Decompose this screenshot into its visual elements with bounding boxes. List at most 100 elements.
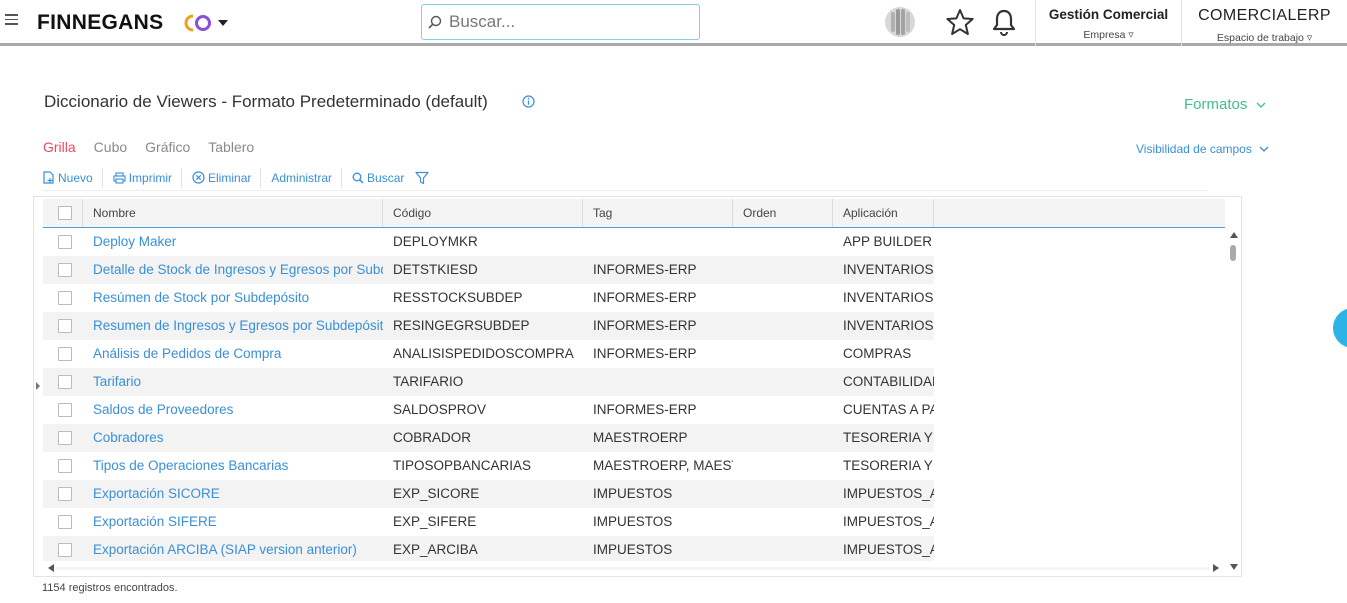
table-row[interactable]: Detalle de Stock de Ingresos y Egresos p…: [43, 256, 934, 284]
row-checkbox[interactable]: [58, 263, 72, 277]
cell-nombre[interactable]: Cobradores: [83, 424, 383, 452]
cell-orden: [733, 508, 833, 536]
grid-search-button[interactable]: Buscar: [352, 171, 413, 185]
global-search[interactable]: [421, 4, 700, 40]
scroll-up-icon[interactable]: [1230, 232, 1238, 238]
cell-nombre[interactable]: Exportación SICORE: [83, 480, 383, 508]
scroll-thumb[interactable]: [55, 567, 1210, 570]
cell-tag: IMPUESTOS: [593, 514, 673, 529]
star-icon[interactable]: [945, 8, 975, 36]
new-button[interactable]: Nuevo: [43, 171, 102, 185]
info-icon[interactable]: [522, 95, 535, 108]
row-checkbox[interactable]: [58, 515, 72, 529]
logo-text[interactable]: FINNEGANS: [37, 11, 163, 35]
horizontal-scrollbar[interactable]: [43, 561, 1225, 575]
scroll-thumb[interactable]: [1230, 245, 1236, 261]
print-button[interactable]: Imprimir: [113, 171, 181, 185]
row-indicator-icon: [36, 382, 40, 390]
table-row[interactable]: Tarifario TARIFARIO CONTABILIDAD: [43, 368, 934, 396]
toolbar-divider: [181, 167, 183, 188]
tab-cubo[interactable]: Cubo: [94, 139, 127, 155]
row-checkbox[interactable]: [58, 459, 72, 473]
cell-tag: IMPUESTOS: [583, 536, 733, 561]
cell-nombre[interactable]: Tarifario: [83, 368, 383, 396]
delete-button[interactable]: Eliminar: [192, 171, 260, 185]
cell-nombre[interactable]: Exportación SIFERE: [83, 508, 383, 536]
cell-codigo: RESSTOCKSUBDEP: [393, 290, 523, 305]
table-row[interactable]: Exportación SICORE EXP_SICORE IMPUESTOS IMP…: [43, 480, 934, 508]
row-checkbox[interactable]: [58, 487, 72, 501]
field-visibility-dropdown[interactable]: Visibilidad de campos: [1136, 142, 1269, 156]
cell-aplicacion: TESORERIA Y BANCOS: [843, 458, 934, 473]
scroll-left-icon[interactable]: [48, 564, 54, 572]
scroll-right-icon[interactable]: [1213, 564, 1219, 572]
row-checkbox[interactable]: [58, 543, 72, 557]
cell-nombre[interactable]: Tipos de Operaciones Bancarias: [83, 452, 383, 480]
tab-tablero[interactable]: Tablero: [208, 139, 254, 155]
table-row[interactable]: Tipos de Operaciones Bancarias TIPOSOPBAN…: [43, 452, 934, 480]
workspace-selector[interactable]: COMERCIALERP Espacio de trabajo ▿: [1181, 0, 1347, 46]
table-row[interactable]: Deploy Maker DEPLOYMKR APP BUILDER: [43, 228, 934, 256]
table-row[interactable]: Cobradores COBRADOR MAESTROERP TESORERIA Y …: [43, 424, 934, 452]
column-header-codigo[interactable]: Código: [383, 199, 583, 227]
table-row[interactable]: Análisis de Pedidos de Compra ANALISISPED…: [43, 340, 934, 368]
cell-orden: [733, 480, 833, 508]
cell-tag: MAESTROERP, MAESTRO: [593, 458, 733, 473]
table-row[interactable]: Exportación SIFERE EXP_SIFERE IMPUESTOS IMP…: [43, 508, 934, 536]
cell-codigo: TARIFARIO: [383, 368, 583, 396]
column-header-nombre[interactable]: Nombre: [83, 199, 383, 227]
table-row[interactable]: Exportación ARCIBA (SIAP version anterio…: [43, 536, 934, 561]
grid-toolbar: Nuevo Imprimir Eliminar Administrar Busc…: [43, 165, 1207, 191]
formats-label: Formatos: [1184, 96, 1248, 113]
bell-icon[interactable]: [991, 8, 1017, 36]
delete-label: Eliminar: [208, 170, 252, 185]
search-icon: [428, 15, 442, 29]
cell-nombre[interactable]: Saldos de Proveedores: [83, 396, 383, 424]
cell-nombre[interactable]: Detalle de Stock de Ingresos y Egresos p…: [83, 256, 383, 284]
cell-nombre[interactable]: Análisis de Pedidos de Compra: [83, 340, 383, 368]
cell-orden: [733, 312, 833, 340]
top-bar: FINNEGANS Gestión Comercial Empresa ▿ CO…: [0, 0, 1347, 46]
column-header-orden[interactable]: Orden: [733, 199, 833, 227]
menu-icon[interactable]: [5, 14, 18, 26]
row-checkbox[interactable]: [58, 431, 72, 445]
cell-tag: IMPUESTOS: [583, 480, 733, 508]
row-checkbox[interactable]: [58, 319, 72, 333]
assistant-icon[interactable]: [884, 6, 916, 38]
row-checkbox[interactable]: [58, 347, 72, 361]
vertical-scrollbar[interactable]: [1226, 227, 1240, 573]
column-header-tag[interactable]: Tag: [583, 199, 733, 227]
admin-button[interactable]: Administrar: [271, 171, 341, 185]
table-row[interactable]: Resúmen de Stock por Subdepósito RESSTOCK…: [43, 284, 934, 312]
row-select-cell: [43, 536, 83, 561]
cell-nombre[interactable]: Resumen de Ingresos y Egresos por Subdep…: [83, 312, 383, 340]
formats-dropdown[interactable]: Formatos: [1184, 96, 1266, 113]
select-all-checkbox[interactable]: [58, 206, 72, 220]
table-row[interactable]: Resumen de Ingresos y Egresos por Subdep…: [43, 312, 934, 340]
cell-orden: [733, 228, 833, 256]
tab-grilla[interactable]: Grilla: [43, 139, 76, 155]
records-count: 1154 registros encontrados.: [42, 582, 178, 594]
column-header-aplicacion[interactable]: Aplicación: [833, 199, 934, 227]
row-checkbox[interactable]: [58, 291, 72, 305]
row-checkbox[interactable]: [58, 235, 72, 249]
row-checkbox[interactable]: [58, 375, 72, 389]
cell-orden: [733, 396, 833, 424]
company-selector[interactable]: Gestión Comercial Empresa ▿: [1035, 0, 1181, 46]
printer-icon: [113, 171, 126, 184]
toolbar-divider: [101, 167, 103, 188]
cell-nombre[interactable]: Deploy Maker: [83, 228, 383, 256]
row-checkbox[interactable]: [58, 403, 72, 417]
search-input[interactable]: [449, 11, 689, 33]
cell-nombre[interactable]: Resúmen de Stock por Subdepósito: [83, 284, 383, 312]
logo-dropdown-icon[interactable]: [218, 20, 228, 26]
table-row[interactable]: Saldos de Proveedores SALDOSPROV INFORMES-…: [43, 396, 934, 424]
cell-nombre[interactable]: Exportación ARCIBA (SIAP version anterio…: [83, 536, 383, 561]
scroll-down-icon[interactable]: [1230, 564, 1238, 570]
floating-help-button[interactable]: [1333, 308, 1347, 348]
row-select-cell: [43, 508, 83, 536]
tab-grafico[interactable]: Gráfico: [145, 139, 190, 155]
cell-tag: INFORMES-ERP: [593, 290, 697, 305]
filter-icon[interactable]: [415, 171, 430, 185]
data-grid: Nombre Código Tag Orden Aplicación Deplo…: [33, 196, 1242, 577]
